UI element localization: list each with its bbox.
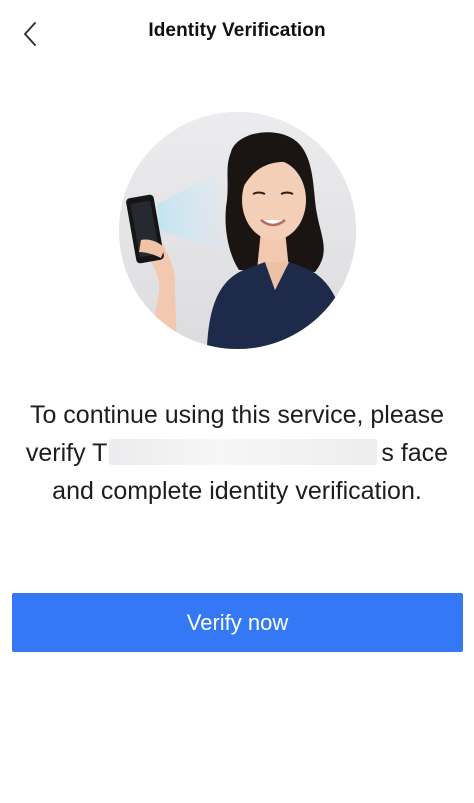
redacted-name (109, 439, 378, 465)
nav-bar: Identity Verification (0, 0, 474, 68)
message-line-2-suffix: s face (381, 439, 449, 467)
message-line-1: To continue using this service, please (29, 401, 445, 429)
hero-illustration (119, 112, 356, 349)
page-title: Identity Verification (148, 20, 326, 41)
verification-message: To continue using this service, please v… (0, 396, 474, 510)
message-line-2: verify T s face (0, 434, 474, 472)
message-line-2-prefix: verify T (25, 439, 108, 467)
verify-now-button[interactable]: Verify now (12, 593, 463, 652)
message-line-3: and complete identity verification. (52, 477, 422, 505)
